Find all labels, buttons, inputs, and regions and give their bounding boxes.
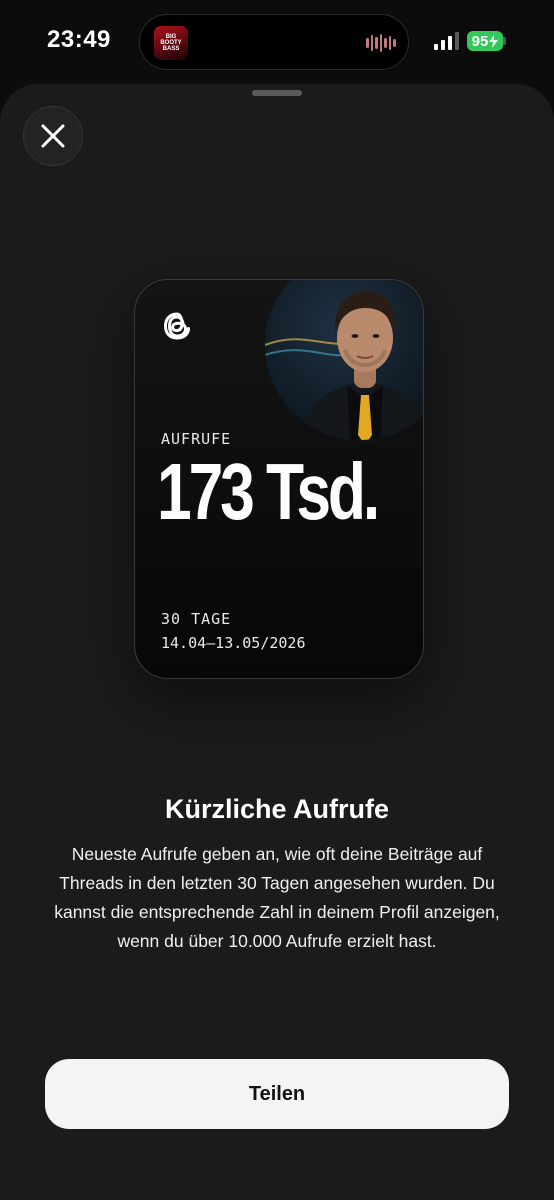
period-date-range: 14.04–13.05/2026 — [161, 634, 306, 652]
sheet-description: Neueste Aufrufe geben an, wie oft deine … — [54, 844, 500, 951]
audio-waveform-icon — [366, 33, 396, 53]
share-button[interactable]: Teilen — [45, 1059, 509, 1129]
dynamic-island[interactable]: BIG BOOTY BASS — [139, 14, 409, 70]
close-icon — [41, 124, 65, 148]
status-bar: 23:49 BIG BOOTY BASS 95 — [0, 0, 554, 84]
charging-bolt-icon — [489, 34, 499, 48]
bottom-sheet: AUFRUFE 173 Tsd. 30 TAGE 14.04–13.05/202… — [0, 84, 554, 1200]
views-count: 173 Tsd. — [157, 447, 380, 536]
sheet-title: Kürzliche Aufrufe — [164, 794, 389, 824]
threads-logo-icon — [164, 312, 190, 340]
period-label: 30 TAGE — [161, 610, 232, 628]
battery-level: 95 — [471, 32, 489, 50]
album-art-text-3: BASS — [162, 46, 180, 52]
now-playing-album-art: BIG BOOTY BASS — [154, 26, 188, 60]
sheet-grabber[interactable] — [252, 90, 302, 96]
profile-photo — [265, 280, 423, 440]
battery-indicator: 95 — [467, 31, 503, 51]
views-label: AUFRUFE — [161, 430, 232, 448]
cellular-signal-icon — [434, 32, 459, 50]
views-stats-card: AUFRUFE 173 Tsd. 30 TAGE 14.04–13.05/202… — [134, 279, 424, 679]
close-button[interactable] — [23, 106, 83, 166]
status-time: 23:49 — [47, 26, 111, 53]
battery-cap — [503, 37, 506, 45]
